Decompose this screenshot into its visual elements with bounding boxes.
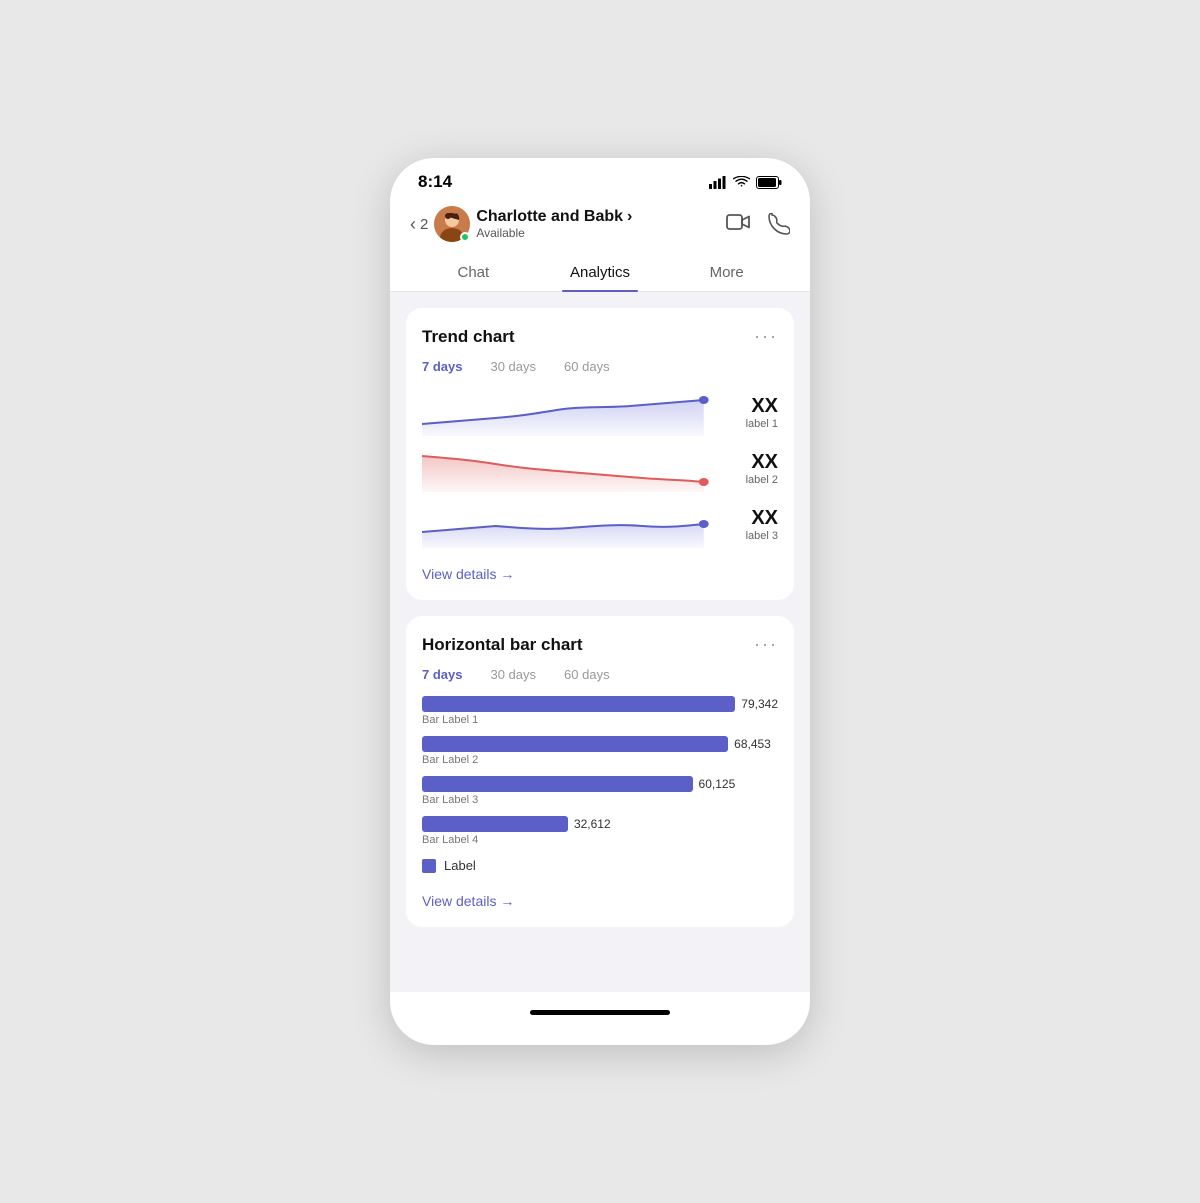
bar-filter-30days[interactable]: 30 days bbox=[490, 667, 536, 682]
tab-bar: Chat Analytics More bbox=[390, 254, 810, 292]
phone-frame: 8:14 bbox=[390, 158, 810, 1045]
trend-row-1: XX label 1 bbox=[422, 388, 778, 436]
online-indicator bbox=[460, 232, 470, 242]
back-count: 2 bbox=[420, 216, 428, 233]
header-actions bbox=[726, 213, 790, 235]
bar-chart-menu[interactable]: ··· bbox=[754, 634, 778, 655]
chevron-right-icon: › bbox=[627, 208, 632, 226]
tab-more[interactable]: More bbox=[663, 254, 790, 291]
trend-chart-card: Trend chart ··· 7 days 30 days 60 days bbox=[406, 308, 794, 600]
status-icons bbox=[709, 176, 782, 189]
home-indicator bbox=[530, 1010, 670, 1015]
trend-line-1 bbox=[422, 388, 716, 436]
status-bar: 8:14 bbox=[390, 158, 810, 200]
trend-filter-60days[interactable]: 60 days bbox=[564, 359, 610, 374]
signal-icon bbox=[709, 176, 727, 189]
header-left: ‹ 2 Charlotte and bbox=[410, 206, 632, 242]
trend-row-2: XX label 2 bbox=[422, 444, 778, 492]
contact-status: Available bbox=[476, 226, 632, 240]
bar-filter-7days[interactable]: 7 days bbox=[422, 667, 462, 682]
bar-row-4: 32,612 Bar Label 4 bbox=[422, 816, 778, 846]
legend-color-box bbox=[422, 859, 436, 873]
trend-filter-30days[interactable]: 30 days bbox=[490, 359, 536, 374]
trend-label-1: XX label 1 bbox=[726, 395, 778, 430]
bar-chart-title: Horizontal bar chart bbox=[422, 635, 583, 655]
trend-filter-7days[interactable]: 7 days bbox=[422, 359, 462, 374]
bar-row-2: 68,453 Bar Label 2 bbox=[422, 736, 778, 766]
bar-value-row-4: 32,612 bbox=[422, 816, 778, 832]
bar-fill-3 bbox=[422, 776, 693, 792]
bar-label-4: Bar Label 4 bbox=[422, 834, 778, 846]
bar-chart-header: Horizontal bar chart ··· bbox=[422, 634, 778, 655]
trend-line-3 bbox=[422, 500, 716, 548]
trend-view-details[interactable]: View details → bbox=[422, 566, 514, 582]
trend-label-2: XX label 2 bbox=[726, 451, 778, 486]
bar-legend: Label bbox=[422, 858, 778, 873]
bar-row-3: 60,125 Bar Label 3 bbox=[422, 776, 778, 806]
bar-value-3: 60,125 bbox=[699, 777, 736, 791]
back-arrow-icon: ‹ bbox=[410, 214, 416, 235]
bar-time-filter: 7 days 30 days 60 days bbox=[422, 667, 778, 682]
bar-fill-1 bbox=[422, 696, 735, 712]
bar-value-1: 79,342 bbox=[741, 697, 778, 711]
avatar bbox=[434, 206, 470, 242]
legend-label: Label bbox=[444, 858, 476, 873]
contact-name: Charlotte and Babk › bbox=[476, 208, 632, 226]
trend-row-3: XX label 3 bbox=[422, 500, 778, 548]
bar-chart-card: Horizontal bar chart ··· 7 days 30 days … bbox=[406, 616, 794, 927]
bar-value-row-3: 60,125 bbox=[422, 776, 778, 792]
bar-view-details[interactable]: View details → bbox=[422, 893, 514, 909]
header: ‹ 2 Charlotte and bbox=[390, 200, 810, 254]
tab-analytics[interactable]: Analytics bbox=[537, 254, 664, 291]
video-call-button[interactable] bbox=[726, 213, 750, 235]
bar-label-1: Bar Label 1 bbox=[422, 714, 778, 726]
back-button[interactable]: ‹ 2 bbox=[410, 214, 428, 235]
content-area: Trend chart ··· 7 days 30 days 60 days bbox=[390, 292, 810, 992]
bar-value-2: 68,453 bbox=[734, 737, 771, 751]
trend-time-filter: 7 days 30 days 60 days bbox=[422, 359, 778, 374]
bar-value-4: 32,612 bbox=[574, 817, 611, 831]
bar-value-row-1: 79,342 bbox=[422, 696, 778, 712]
battery-icon bbox=[756, 176, 782, 189]
tab-chat[interactable]: Chat bbox=[410, 254, 537, 291]
status-time: 8:14 bbox=[418, 172, 452, 192]
bar-label-3: Bar Label 3 bbox=[422, 794, 778, 806]
phone-call-button[interactable] bbox=[768, 213, 790, 235]
trend-label-3: XX label 3 bbox=[726, 507, 778, 542]
trend-line-2 bbox=[422, 444, 716, 492]
bar-row-1: 79,342 Bar Label 1 bbox=[422, 696, 778, 726]
trend-chart-title: Trend chart bbox=[422, 327, 515, 347]
bar-value-row-2: 68,453 bbox=[422, 736, 778, 752]
contact-info: Charlotte and Babk › Available bbox=[476, 208, 632, 240]
bar-fill-2 bbox=[422, 736, 728, 752]
bar-filter-60days[interactable]: 60 days bbox=[564, 667, 610, 682]
trend-chart-menu[interactable]: ··· bbox=[754, 326, 778, 347]
bar-label-2: Bar Label 2 bbox=[422, 754, 778, 766]
bar-fill-4 bbox=[422, 816, 568, 832]
trend-chart-header: Trend chart ··· bbox=[422, 326, 778, 347]
wifi-icon bbox=[733, 176, 750, 189]
